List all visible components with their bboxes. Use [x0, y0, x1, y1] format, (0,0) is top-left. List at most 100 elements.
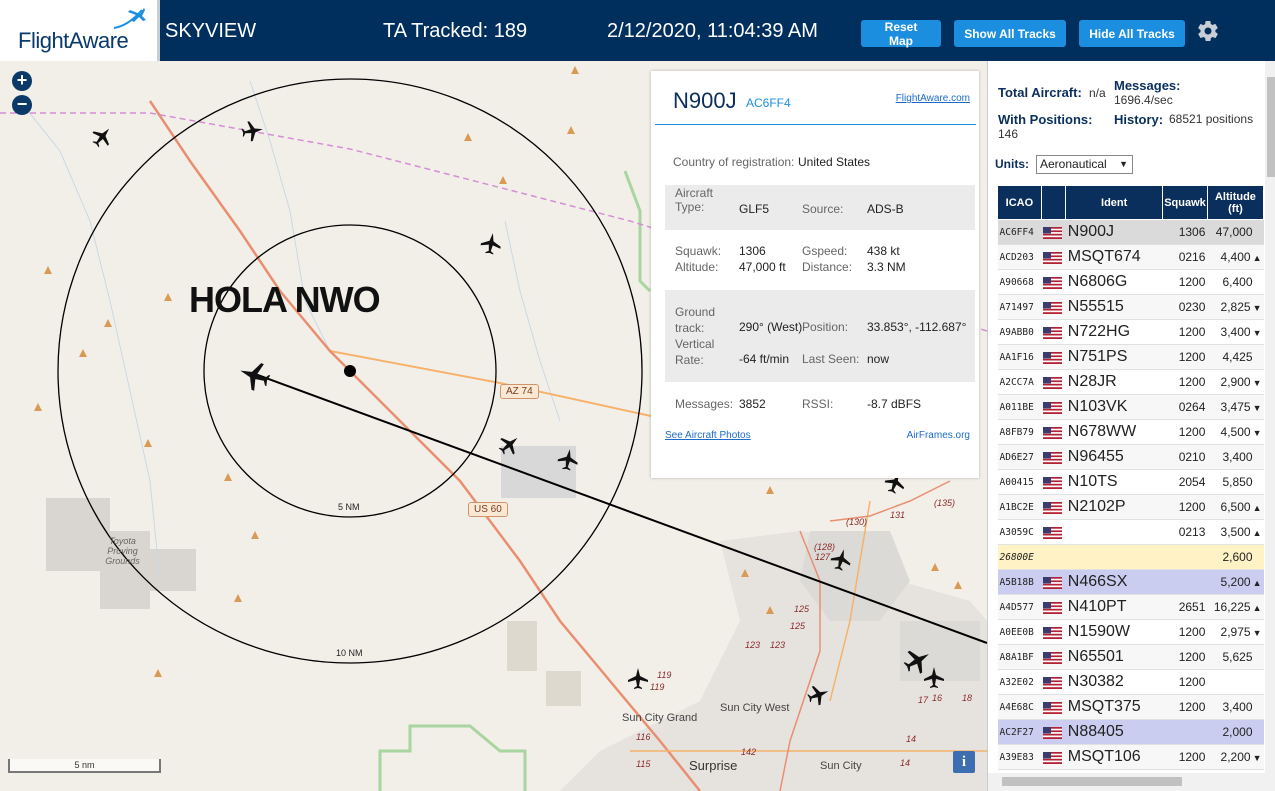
climbing-arrow-icon: ▲ — [1252, 253, 1262, 263]
ident-cell — [1065, 519, 1163, 545]
flag-cell — [1041, 319, 1066, 345]
zoom-in-button[interactable]: + — [12, 71, 32, 91]
ident-cell: N10TS — [1065, 469, 1163, 495]
icao-cell: AD6E27 — [997, 444, 1042, 470]
table-row[interactable]: A39E83 MSQT106 1200 2,200 ▼ — [997, 744, 1264, 770]
road-number: (130) — [846, 517, 868, 527]
gspeed-value: 438 kt — [867, 244, 900, 258]
aircraft-marker-icon[interactable] — [497, 433, 521, 457]
table-row[interactable]: A0EE0B N1590W 1200 2,975 ▼ — [997, 619, 1264, 645]
descending-arrow-icon: ▼ — [1252, 753, 1262, 763]
aircraft-marker-icon[interactable] — [240, 119, 264, 143]
selected-aircraft-marker-icon[interactable] — [238, 359, 272, 393]
zoom-out-button[interactable]: − — [12, 95, 32, 115]
road-number: 119 — [650, 682, 665, 692]
aircraft-marker-icon[interactable] — [626, 667, 650, 691]
table-row[interactable]: A8A1BF N65501 1200 5,625 — [997, 644, 1264, 670]
altitude-cell: 5,850 — [1207, 469, 1264, 495]
flightaware-logo[interactable]: FlightAware — [0, 0, 160, 61]
flag-cell — [1041, 294, 1066, 320]
table-row[interactable]: A90668 N6806G 1200 6,400 — [997, 269, 1264, 295]
flag-cell — [1041, 544, 1066, 570]
table-row[interactable]: A9ABB0 N722HG 1200 3,400 ▼ — [997, 319, 1264, 345]
aircraft-photos-link[interactable]: See Aircraft Photos — [665, 430, 751, 441]
table-row[interactable]: A011BE N103VK 0264 3,475 ▼ — [997, 394, 1264, 420]
altitude-cell: 3,400 — [1207, 444, 1264, 470]
icao-cell: A9ABB0 — [997, 319, 1042, 345]
altitude-value: 16,225 — [1213, 600, 1251, 614]
squawk-cell: 0210 — [1162, 444, 1208, 470]
table-row[interactable]: A71497 N55515 0230 2,825 ▼ — [997, 294, 1264, 320]
col-header-squawk[interactable]: Squawk — [1162, 185, 1208, 220]
altitude-cell: 2,600 — [1207, 544, 1264, 570]
table-row[interactable]: AD6E27 N96455 0210 3,400 — [997, 444, 1264, 470]
top-header: FlightAware SKYVIEW TA Tracked: 189 2/12… — [0, 0, 1275, 61]
us-flag-icon — [1043, 476, 1063, 489]
aircraft-marker-icon[interactable] — [556, 448, 580, 472]
table-row[interactable]: A5B18B N466SX 5,200 ▲ — [997, 569, 1264, 595]
with-positions-value: 146 — [998, 127, 1019, 141]
table-row[interactable]: ACD203 MSQT674 0216 4,400 ▲ — [997, 244, 1264, 270]
us-flag-icon — [1043, 401, 1063, 414]
altitude-value: 3,475 — [1220, 400, 1251, 414]
table-row[interactable]: A1BC2E N2102P 1200 6,500 ▲ — [997, 494, 1264, 520]
squawk-cell: 1200 — [1162, 369, 1208, 395]
table-row[interactable]: A3059C 0213 3,500 ▲ — [997, 519, 1264, 545]
col-header-ident[interactable]: Ident — [1065, 185, 1164, 220]
horizontal-scrollbar-thumb[interactable] — [1002, 777, 1182, 786]
table-row[interactable]: A4D577 N410PT 2651 16,225 ▲ — [997, 594, 1264, 620]
ident-cell: MSQT106 — [1065, 744, 1163, 770]
altitude-cell: 4,400 ▲ — [1207, 244, 1264, 270]
road-number: 17 — [918, 695, 929, 705]
place-sun-city-grand: Sun City Grand — [622, 712, 698, 724]
table-row[interactable]: A8FB79 N678WW 1200 4,500 ▼ — [997, 419, 1264, 445]
aircraft-marker-icon[interactable] — [90, 125, 114, 149]
us-flag-icon — [1043, 626, 1063, 639]
altitude-value: 5,850 — [1222, 475, 1253, 489]
aircraft-marker-icon[interactable] — [829, 548, 853, 572]
vertical-scrollbar-thumb[interactable] — [1267, 77, 1275, 177]
road-number: 123 — [770, 640, 786, 650]
table-row[interactable]: AA1F16 N751PS 1200 4,425 — [997, 344, 1264, 370]
table-row[interactable]: A4E68C MSQT375 1200 3,400 — [997, 694, 1264, 720]
altitude-value: 2,975 — [1220, 625, 1251, 639]
table-row[interactable]: 26800E 2,600 — [997, 544, 1264, 570]
altitude-value: 2,825 — [1220, 300, 1251, 314]
table-row[interactable]: A00415 N10TS 2054 5,850 — [997, 469, 1264, 495]
road-number: 125 — [794, 604, 810, 614]
altitude-cell: 2,825 ▼ — [1207, 294, 1264, 320]
units-select[interactable]: Aeronautical ▼ — [1036, 155, 1133, 174]
position-label: Position: — [802, 320, 849, 334]
us-flag-icon — [1043, 451, 1063, 464]
aircraft-marker-icon[interactable] — [806, 683, 830, 707]
altitude-value: 6,400 — [1222, 275, 1253, 289]
altitude-value: 47,000 — [1215, 225, 1253, 239]
squawk-cell — [1162, 569, 1208, 595]
map-overlay-text: HOLA NWO — [189, 279, 381, 320]
aircraft-marker-icon[interactable] — [922, 666, 946, 690]
units-label: Units: — [995, 157, 1029, 171]
flightaware-link[interactable]: FlightAware.com — [896, 93, 970, 104]
table-row[interactable]: A2CC7A N28JR 1200 2,900 ▼ — [997, 369, 1264, 395]
col-header-icao[interactable]: ICAO — [997, 185, 1042, 220]
gear-icon[interactable] — [1196, 19, 1220, 43]
squawk-cell: 1200 — [1162, 619, 1208, 645]
descending-arrow-icon: ▼ — [1252, 428, 1262, 438]
aircraft-type-value: GLF5 — [739, 202, 770, 216]
table-row[interactable]: A32E02 N30382 1200 — [997, 669, 1264, 695]
ident-cell: N28JR — [1065, 369, 1163, 395]
reset-map-button[interactable]: Reset Map — [861, 20, 941, 48]
table-row[interactable]: AC6FF4 N900J 1306 47,000 — [997, 219, 1264, 245]
col-header-flag[interactable] — [1040, 185, 1067, 220]
squawk-cell: 0213 — [1162, 519, 1208, 545]
show-all-tracks-button[interactable]: Show All Tracks — [954, 20, 1066, 47]
airframes-link[interactable]: AirFrames.org — [907, 430, 970, 441]
aircraft-marker-icon[interactable] — [479, 232, 503, 256]
altitude-value: 6,500 — [1220, 500, 1251, 514]
map-info-button[interactable]: i — [953, 751, 975, 773]
icao-cell: AC2F27 — [997, 719, 1042, 745]
table-row[interactable]: AC2F27 N88405 2,000 — [997, 719, 1264, 745]
hide-all-tracks-button[interactable]: Hide All Tracks — [1079, 20, 1185, 47]
col-header-altitude[interactable]: Altitude (ft) — [1206, 185, 1265, 220]
icao-cell: 26800E — [997, 544, 1042, 570]
